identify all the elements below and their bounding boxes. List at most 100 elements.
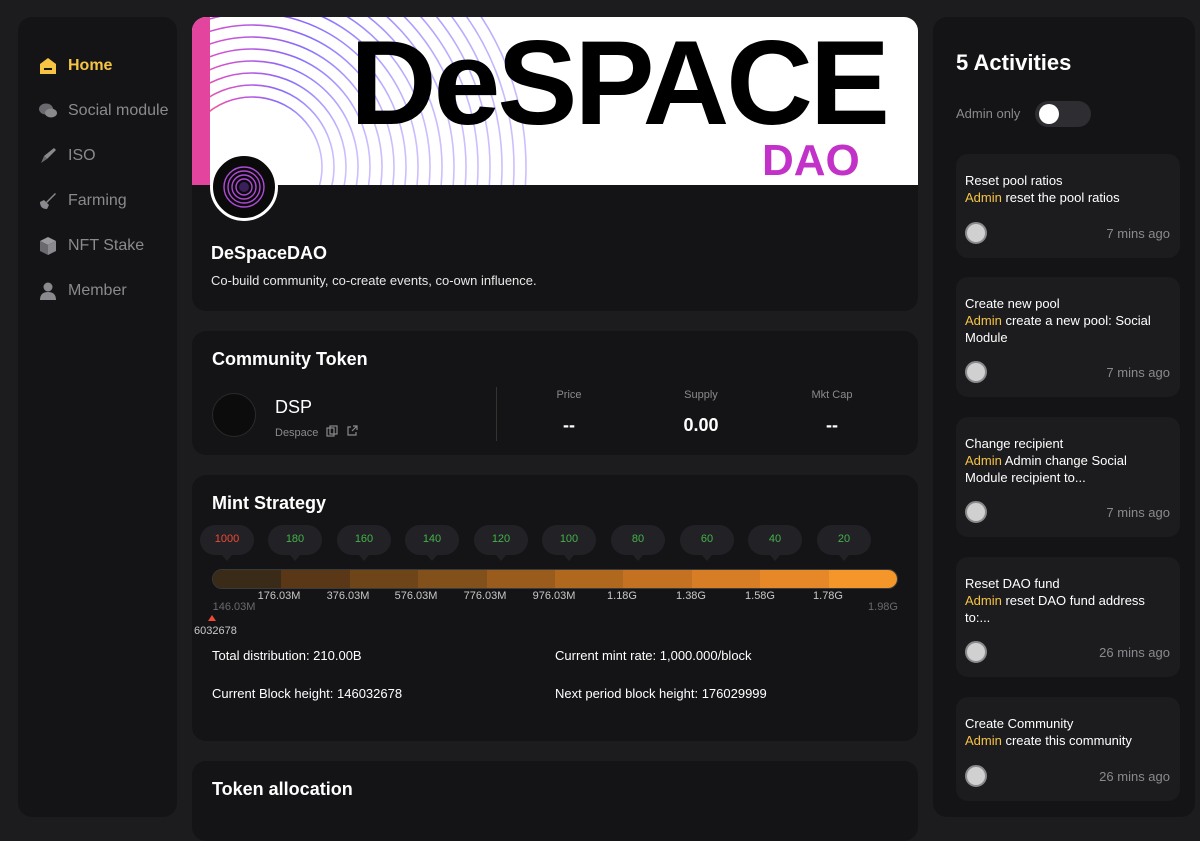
activity-title: Create new pool	[965, 296, 1060, 311]
sidebar: Home Social module ISO Farming NFT Stake…	[18, 17, 177, 817]
sidebar-item-label: Home	[68, 56, 113, 74]
copy-icon[interactable]	[326, 425, 339, 440]
rate-bubble: 180	[268, 525, 322, 561]
token-symbol: DSP	[275, 397, 313, 417]
block-tick-label: 776.03M	[463, 590, 507, 602]
sidebar-item-member[interactable]: Member	[18, 268, 177, 313]
rate-bubble: 100	[542, 525, 596, 561]
activity-item[interactable]: Reset DAO fund Admin reset DAO fund addre…	[956, 557, 1180, 677]
bar-segment	[349, 570, 419, 588]
rate-bubble: 160	[337, 525, 391, 561]
activity-time: 26 mins ago	[1099, 768, 1170, 784]
mktcap-value: --	[826, 415, 838, 435]
avatar	[965, 501, 987, 523]
rate-bubble: 60	[680, 525, 734, 561]
activity-text: reset the pool ratios	[1001, 190, 1120, 205]
supply-value: 0.00	[683, 415, 719, 435]
activity-text: create this community	[1001, 733, 1132, 748]
bar-segment	[281, 570, 350, 588]
sidebar-item-social-module[interactable]: Social module	[18, 88, 177, 133]
activity-footer: 7 mins ago	[965, 501, 1170, 523]
activity-title: Reset pool ratios	[965, 173, 1063, 188]
current-mint-rate: Current mint rate: 1,000.000/block	[555, 648, 752, 663]
activity-title: Reset DAO fund	[965, 576, 1060, 591]
main-content: DeSPACE DAO DeSpaceDAO Co-build communit…	[192, 17, 918, 841]
activity-title: Change recipient	[965, 436, 1064, 451]
admin-only-label: Admin only	[956, 106, 1021, 121]
mktcap-label: Mkt Cap	[811, 389, 853, 401]
activity-item[interactable]: Create Community Admin create this commun…	[956, 697, 1180, 801]
activity-footer: 7 mins ago	[965, 222, 1170, 244]
sidebar-item-nft-stake[interactable]: NFT Stake	[18, 223, 177, 268]
activity-actor: Admin	[965, 733, 1002, 748]
rate-bubble: 140	[405, 525, 459, 561]
card-title: Mint Strategy	[212, 493, 327, 513]
block-tick-label: 576.03M	[394, 590, 438, 602]
sidebar-item-iso[interactable]: ISO	[18, 133, 177, 178]
supply-label: Supply	[684, 389, 718, 401]
supply-stat: Supply 0.00	[636, 389, 766, 436]
card-title: Token allocation	[212, 779, 353, 799]
shovel-icon	[37, 190, 59, 212]
banner: DeSPACE DAO	[192, 17, 918, 185]
activity-item[interactable]: Change recipient Admin Admin change Socia…	[956, 417, 1180, 537]
external-link-icon[interactable]	[346, 425, 359, 440]
activity-time: 26 mins ago	[1099, 644, 1170, 660]
avatar	[965, 361, 987, 383]
next-period-block-height: Next period block height: 176029999	[555, 686, 767, 701]
block-tick-label: 1.58G	[745, 590, 775, 602]
block-tick-label: 146.03M	[212, 601, 256, 613]
activity-item[interactable]: Create new pool Admin create a new pool: …	[956, 277, 1180, 397]
sidebar-item-farming[interactable]: Farming	[18, 178, 177, 223]
token-allocation-card: Token allocation	[192, 761, 918, 841]
bar-segment	[555, 570, 624, 588]
banner-subtitle: DAO	[762, 136, 860, 185]
rocket-icon	[37, 145, 59, 167]
chat-icon	[37, 100, 59, 122]
bar-segment	[213, 570, 282, 588]
bar-segment	[623, 570, 692, 588]
activity-footer: 7 mins ago	[965, 361, 1170, 383]
activity-actor: Admin	[965, 593, 1002, 608]
current-block-height: Current Block height: 146032678	[212, 686, 403, 701]
rate-bubble: 20	[817, 525, 871, 561]
sidebar-item-label: ISO	[68, 146, 96, 164]
activity-description: Admin reset DAO fund address to:...	[965, 592, 1172, 626]
avatar	[965, 641, 987, 663]
community-token-card: Community Token DSP Despace Price -- Sup…	[192, 331, 918, 455]
price-stat: Price --	[504, 389, 634, 436]
card-title: Community Token	[212, 349, 368, 369]
avatar	[210, 153, 278, 221]
block-tick-label: 176.03M	[257, 590, 301, 602]
dao-description: Co-build community, co-create events, co…	[211, 273, 537, 288]
sidebar-item-label: Farming	[68, 191, 127, 209]
total-distribution: Total distribution: 210.00B	[212, 648, 362, 663]
sidebar-item-home[interactable]: Home	[18, 43, 177, 88]
rate-bubble: 40	[748, 525, 802, 561]
profile-card: DeSPACE DAO DeSpaceDAO Co-build communit…	[192, 17, 918, 311]
activity-item[interactable]: Reset pool ratios Admin reset the pool ra…	[956, 154, 1180, 258]
avatar	[965, 222, 987, 244]
token-name: Despace	[275, 426, 319, 439]
activity-description: Admin Admin change Social Module recipie…	[965, 452, 1172, 486]
activity-panel: 5 Activities Admin only Reset pool ratio…	[933, 17, 1195, 817]
block-tick-label: 1.98G	[868, 601, 898, 613]
bar-segment	[486, 570, 556, 588]
token-avatar	[212, 393, 256, 437]
sidebar-item-label: NFT Stake	[68, 236, 145, 254]
sidebar-item-label: Social module	[68, 101, 169, 119]
block-tick-label: 1.38G	[676, 590, 706, 602]
price-label: Price	[556, 389, 582, 401]
activity-time: 7 mins ago	[1106, 504, 1170, 520]
mint-progress-bar	[212, 569, 898, 589]
block-tick-label: 1.18G	[607, 590, 637, 602]
current-block-marker	[208, 615, 216, 621]
bar-segment	[691, 570, 761, 588]
sidebar-item-label: Member	[68, 281, 127, 299]
activity-actor: Admin	[965, 190, 1002, 205]
price-value: --	[563, 415, 575, 435]
activity-time: 7 mins ago	[1106, 364, 1170, 380]
admin-only-toggle[interactable]	[1035, 101, 1091, 127]
activity-title: 5 Activities	[956, 50, 1072, 75]
activity-actor: Admin	[965, 313, 1002, 328]
